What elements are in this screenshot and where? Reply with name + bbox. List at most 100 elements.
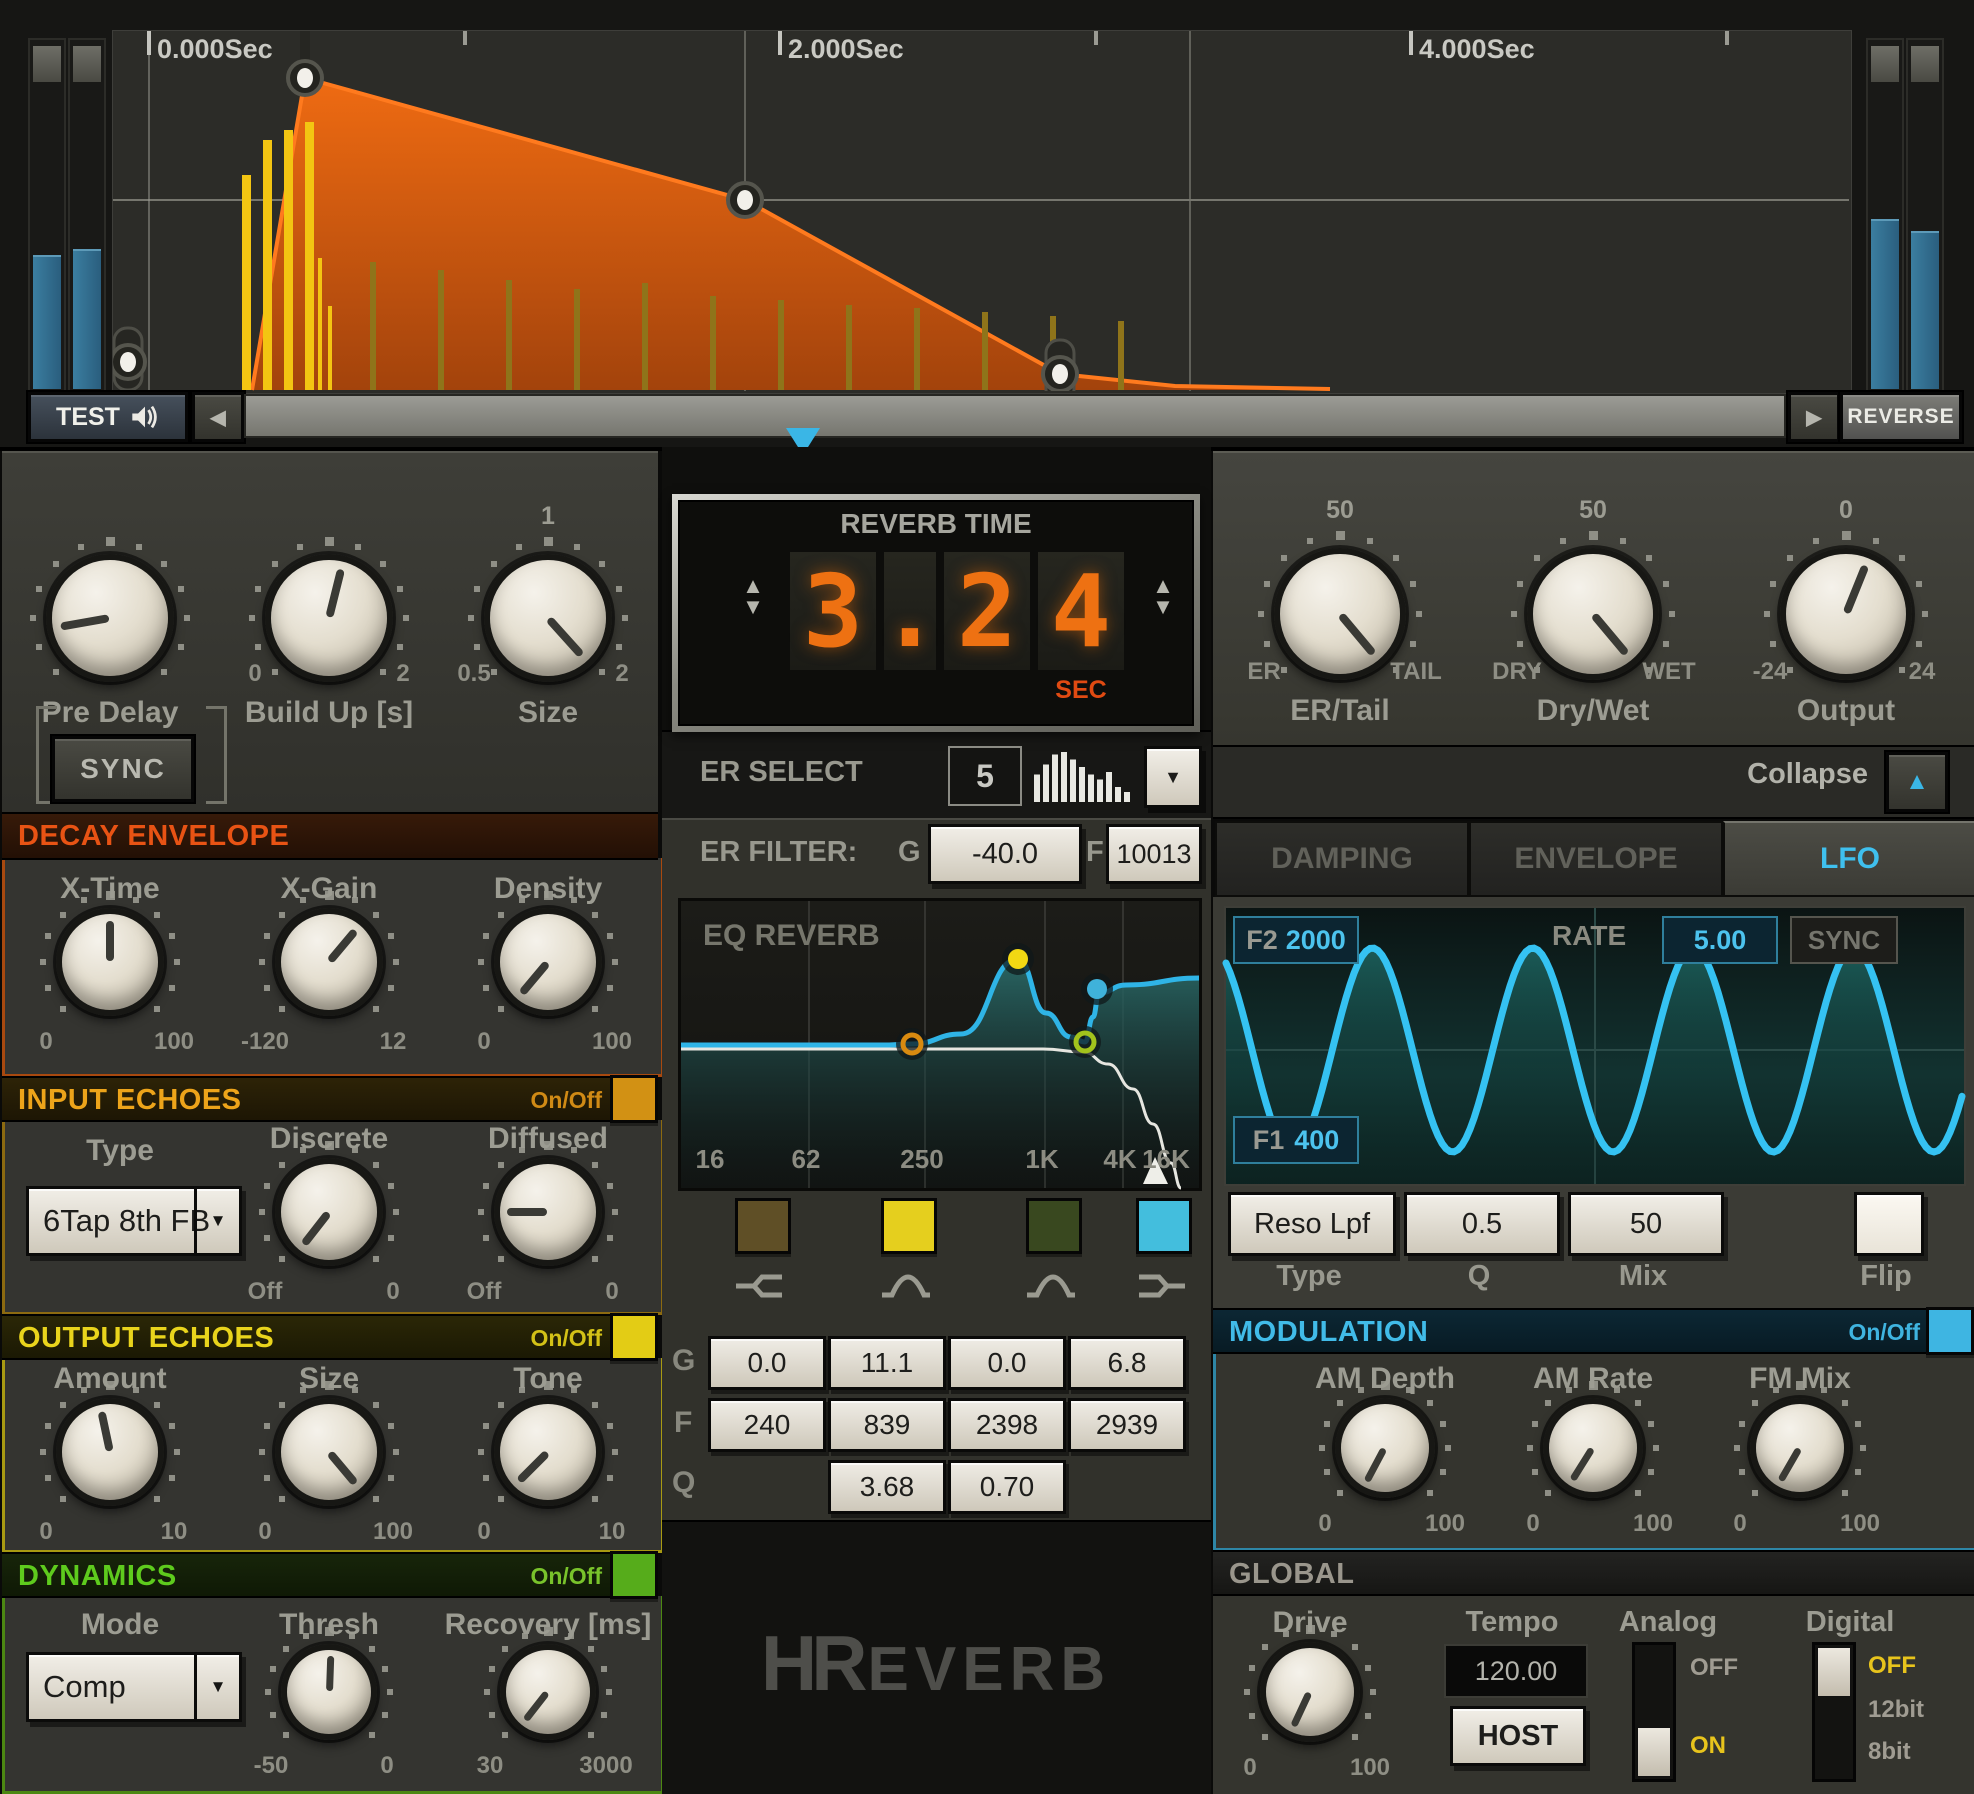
tone-knob[interactable] bbox=[494, 1398, 602, 1506]
lfo-filter-type-button[interactable]: Reso Lpf bbox=[1228, 1192, 1396, 1256]
eq-gain-cell-3[interactable]: 0.0 bbox=[948, 1336, 1066, 1390]
knob-tick-dot bbox=[45, 1423, 52, 1430]
eq-gain-cell-2[interactable]: 11.1 bbox=[828, 1336, 946, 1390]
eq-band-marker-2[interactable] bbox=[1002, 943, 1034, 975]
host-button[interactable]: HOST bbox=[1450, 1706, 1586, 1766]
er-select-value[interactable]: 5 bbox=[948, 746, 1022, 806]
digital-slider[interactable] bbox=[1812, 1642, 1856, 1782]
envelope-control-point[interactable] bbox=[1041, 338, 1079, 402]
output-knob[interactable] bbox=[1780, 548, 1912, 680]
size-knob[interactable] bbox=[484, 554, 612, 682]
reverb-time-digit-2[interactable]: 2 bbox=[944, 552, 1030, 670]
amount-knob-min: 0 bbox=[39, 1518, 53, 1545]
tab-envelope[interactable]: ENVELOPE bbox=[1469, 821, 1723, 897]
scrollbar-track[interactable] bbox=[244, 394, 1786, 438]
discrete-knob-min: Off bbox=[247, 1278, 283, 1305]
fm-mix-knob-min: 0 bbox=[1733, 1510, 1747, 1537]
lfo-rate-value[interactable]: 5.00 bbox=[1662, 916, 1778, 964]
envelope-control-point[interactable] bbox=[286, 31, 324, 97]
collapse-button[interactable]: ▲ bbox=[1886, 752, 1948, 812]
test-button[interactable]: TEST bbox=[28, 392, 188, 442]
tab-lfo[interactable]: LFO bbox=[1723, 821, 1974, 897]
discrete-knob[interactable] bbox=[275, 1158, 383, 1266]
envelope-control-point[interactable] bbox=[726, 181, 764, 219]
lfo-f2-box[interactable]: F2 2000 bbox=[1233, 916, 1359, 964]
lfo-f1-box[interactable]: F1 400 bbox=[1233, 1116, 1359, 1164]
reverb-time-spinner-right[interactable]: ▲ ▼ bbox=[1146, 575, 1180, 618]
analog-slider-thumb[interactable] bbox=[1637, 1727, 1671, 1777]
knob-tick-dot bbox=[1770, 580, 1776, 587]
pre-delay-sync-button[interactable]: SYNC bbox=[52, 736, 194, 802]
eq-band-marker-1[interactable] bbox=[896, 1028, 928, 1060]
er-filter-f-value[interactable]: 10013 bbox=[1106, 824, 1202, 884]
lfo-filter-mix-button[interactable]: 50 bbox=[1568, 1192, 1724, 1256]
build-up-knob[interactable] bbox=[265, 554, 393, 682]
modulation-header: MODULATION On/Off bbox=[1213, 1308, 1974, 1354]
lfo-sync-button[interactable]: SYNC bbox=[1790, 916, 1898, 964]
reverb-time-digit-3[interactable]: 4 bbox=[1038, 552, 1124, 670]
pre-delay-knob[interactable] bbox=[46, 554, 174, 682]
modulation-header-onoff-toggle[interactable] bbox=[1926, 1307, 1974, 1355]
eq-q-cell-2[interactable]: 3.68 bbox=[828, 1460, 946, 1514]
knob-tick-dot bbox=[393, 1209, 399, 1215]
x-time-knob[interactable] bbox=[56, 908, 164, 1016]
tempo-display[interactable]: 120.00 bbox=[1444, 1644, 1588, 1698]
lfo-filter-q-button[interactable]: 0.5 bbox=[1404, 1192, 1560, 1256]
reverb-time-spinner-left[interactable]: ▲ ▼ bbox=[736, 575, 770, 618]
eq-freq-cell-4[interactable]: 2939 bbox=[1068, 1398, 1186, 1452]
scroll-left-button[interactable]: ◀ bbox=[192, 392, 244, 442]
drive-knob[interactable] bbox=[1260, 1642, 1360, 1742]
knob-tick-dot bbox=[1409, 641, 1416, 648]
eq-band-2-color-button[interactable] bbox=[881, 1198, 937, 1254]
eq-freq-cell-2[interactable]: 839 bbox=[828, 1398, 946, 1452]
eq-band-marker-3[interactable] bbox=[1069, 1026, 1101, 1058]
er-tail-knob[interactable] bbox=[1274, 548, 1406, 680]
thresh-knob[interactable] bbox=[281, 1644, 377, 1740]
eq-q-cell-3[interactable]: 0.70 bbox=[948, 1460, 1066, 1514]
knob-tick-dot bbox=[282, 1732, 289, 1739]
tab-damping[interactable]: DAMPING bbox=[1215, 821, 1469, 897]
recovery-knob[interactable] bbox=[500, 1644, 596, 1740]
amount-knob[interactable] bbox=[56, 1398, 164, 1506]
output-size-knob[interactable] bbox=[275, 1398, 383, 1506]
reverse-button[interactable]: REVERSE bbox=[1840, 392, 1962, 442]
dynamics-mode-dropdown[interactable]: Comp ▼ bbox=[26, 1652, 242, 1722]
x-gain-knob[interactable] bbox=[275, 908, 383, 1016]
dynamics-mode-dropdown-arrow[interactable]: ▼ bbox=[194, 1655, 239, 1719]
er-select-dropdown-button[interactable]: ▼ bbox=[1144, 746, 1202, 808]
density-knob[interactable] bbox=[494, 908, 602, 1016]
am-depth-knob[interactable] bbox=[1335, 1398, 1435, 1498]
envelope-control-point[interactable] bbox=[111, 326, 147, 391]
eq-gain-cell-4[interactable]: 6.8 bbox=[1068, 1336, 1186, 1390]
output-echoes-header-onoff-toggle[interactable] bbox=[610, 1313, 658, 1361]
eq-band-1-color-button[interactable] bbox=[735, 1198, 791, 1254]
scroll-right-button[interactable]: ▶ bbox=[1788, 392, 1840, 442]
am-rate-knob[interactable] bbox=[1543, 1398, 1643, 1498]
er-filter-g-value[interactable]: -40.0 bbox=[928, 824, 1082, 884]
knob-tick-dot bbox=[606, 1183, 613, 1190]
eq-band-marker-4[interactable] bbox=[1081, 973, 1113, 1005]
eq-freq-cell-3[interactable]: 2398 bbox=[948, 1398, 1066, 1452]
knob-tick-dot bbox=[592, 1401, 599, 1408]
knob-tick-dot bbox=[612, 1449, 618, 1455]
eq-band-3-color-button[interactable] bbox=[1026, 1198, 1082, 1254]
lfo-mix-label: Mix bbox=[1618, 1260, 1668, 1292]
knob-tick-dot bbox=[1915, 580, 1922, 587]
input-echoes-header-onoff-toggle[interactable] bbox=[610, 1075, 658, 1123]
eq-band-4-color-button[interactable] bbox=[1136, 1198, 1192, 1254]
input-type-dropdown-arrow[interactable]: ▼ bbox=[194, 1189, 239, 1253]
eq-freq-cell-1[interactable]: 240 bbox=[708, 1398, 826, 1452]
dynamics-header-onoff-toggle[interactable] bbox=[610, 1551, 658, 1599]
dry-wet-knob[interactable] bbox=[1527, 548, 1659, 680]
reverb-time-digit-0[interactable]: 3 bbox=[790, 552, 876, 670]
knob-tick-dot bbox=[599, 560, 606, 567]
knob-tick-dot bbox=[1445, 1445, 1451, 1451]
input-type-dropdown[interactable]: 6Tap 8th FB ▼ bbox=[26, 1186, 242, 1256]
lfo-flip-button[interactable] bbox=[1854, 1192, 1924, 1256]
analog-slider[interactable] bbox=[1632, 1642, 1676, 1782]
eq-gain-cell-1[interactable]: 0.0 bbox=[708, 1336, 826, 1390]
fm-mix-knob[interactable] bbox=[1750, 1398, 1850, 1498]
reverb-time-digit-1[interactable]: . bbox=[880, 552, 940, 670]
digital-slider-thumb[interactable] bbox=[1817, 1647, 1851, 1697]
diffused-knob[interactable] bbox=[494, 1158, 602, 1266]
